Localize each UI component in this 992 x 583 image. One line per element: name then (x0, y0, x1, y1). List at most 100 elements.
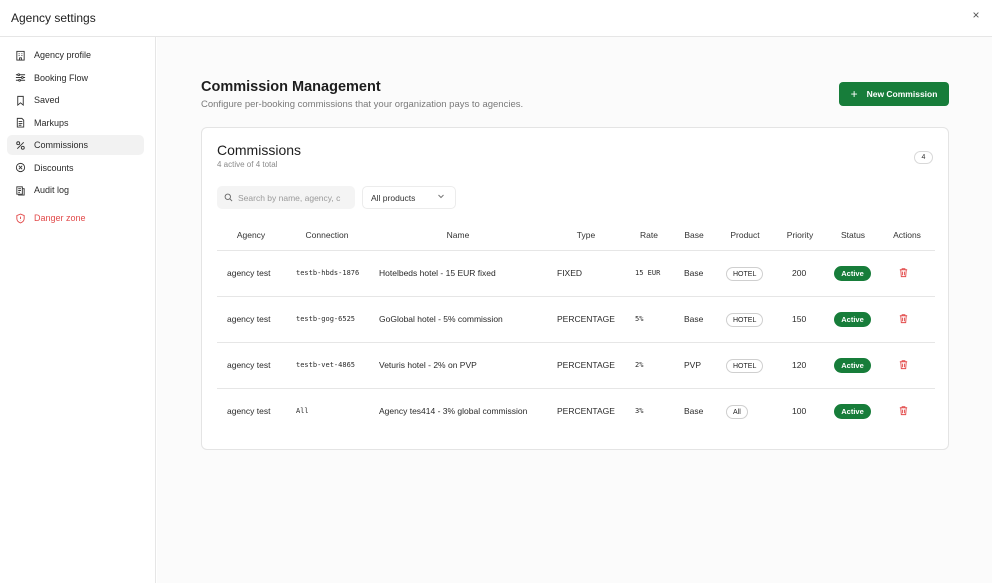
status-badge: Active (834, 266, 871, 281)
column-header-priority: Priority (786, 230, 814, 240)
sidebar-item-agency-profile[interactable]: Agency profile (7, 45, 144, 65)
document-icon (14, 117, 26, 129)
cell-connection: testb-hbds-1876 (296, 269, 360, 277)
sidebar-item-markups[interactable]: Markups (7, 113, 144, 133)
column-header-name: Name (446, 230, 470, 240)
delete-button[interactable] (898, 405, 910, 418)
cell-connection: testb-gog-6525 (296, 315, 356, 323)
sidebar-item-saved[interactable]: Saved (7, 90, 144, 110)
table-row[interactable]: agency test testb-hbds-1876 Hotelbeds ho… (217, 251, 935, 297)
bookmark-icon (14, 94, 26, 106)
sidebar-item-label: Discounts (34, 162, 74, 173)
count-badge: 4 (914, 151, 933, 164)
cell-name: Agency tes414 - 3% global commission (379, 406, 528, 416)
sidebar-item-label: Audit log (34, 185, 70, 195)
page-subtitle: Configure per-booking commissions that y… (201, 99, 524, 110)
column-header-agency: Agency (236, 230, 266, 240)
cell-priority: 120 (792, 360, 807, 370)
window-header: Agency settings × (0, 0, 992, 37)
cell-base: PVP (684, 360, 702, 370)
table-header: Agency Connection Name Type Rate Base Pr… (217, 224, 935, 251)
cell-rate: 5% (635, 315, 644, 323)
column-header-type: Type (576, 230, 596, 240)
cell-rate: 2% (635, 361, 644, 369)
cell-base: Base (684, 268, 704, 278)
cell-agency: agency test (227, 406, 271, 416)
table-row[interactable]: agency test testb-gog-6525 GoGlobal hote… (217, 297, 935, 343)
cell-agency: agency test (227, 268, 271, 278)
building-icon (14, 49, 26, 61)
plus-icon: + (850, 87, 858, 101)
cell-agency: agency test (227, 360, 271, 370)
sidebar-item-label: Agency profile (34, 50, 92, 60)
sidebar-item-booking-flow[interactable]: Booking Flow (7, 68, 144, 88)
sliders-icon (14, 72, 26, 84)
new-commission-button[interactable]: + New Commission (839, 82, 949, 106)
cell-rate: 15 EUR (635, 269, 661, 277)
table-row[interactable]: agency test All Agency tes414 - 3% globa… (217, 389, 935, 435)
column-header-status: Status (840, 230, 866, 240)
chevron-down-icon (438, 194, 444, 199)
sidebar-item-label: Booking Flow (34, 72, 89, 83)
cell-name: Hotelbeds hotel - 15 EUR fixed (379, 268, 496, 278)
new-commission-label: New Commission (866, 89, 938, 99)
cell-type: PERCENTAGE (557, 360, 615, 370)
sidebar-item-label: Danger zone (34, 213, 86, 223)
sidebar-item-danger-zone[interactable]: Danger zone (7, 208, 144, 228)
trash-icon (899, 360, 908, 370)
column-header-product: Product (730, 230, 760, 240)
product-badge: HOTEL (726, 267, 764, 281)
commissions-card: Commissions 4 active of 4 total 4 All pr… (201, 127, 949, 450)
cell-type: PERCENTAGE (557, 406, 615, 416)
status-badge: Active (834, 358, 871, 373)
window-title: Agency settings (11, 11, 96, 25)
cell-priority: 100 (792, 406, 807, 416)
delete-button[interactable] (898, 359, 910, 372)
handshake-icon (14, 139, 26, 151)
cell-connection: All (296, 407, 309, 415)
cell-type: FIXED (557, 268, 583, 278)
cell-agency: agency test (227, 314, 271, 324)
table-row[interactable]: agency test testb-vet-4865 Veturis hotel… (217, 343, 935, 389)
status-badge: Active (834, 312, 871, 327)
delete-button[interactable] (898, 267, 910, 280)
column-header-base: Base (684, 230, 704, 240)
sidebar: Agency profile Booking Flow Saved Markup… (0, 37, 156, 583)
circle-x-icon (14, 162, 26, 174)
search-icon (224, 193, 233, 202)
cell-name: GoGlobal hotel - 5% commission (379, 314, 503, 324)
cell-base: Base (684, 406, 704, 416)
sidebar-item-audit-log[interactable]: Audit log (7, 180, 144, 200)
sidebar-item-label: Commissions (34, 140, 89, 150)
cell-base: Base (684, 314, 704, 324)
sidebar-item-discounts[interactable]: Discounts (7, 158, 144, 178)
card-title: Commissions (217, 142, 302, 158)
product-badge: HOTEL (726, 313, 764, 327)
shield-icon (14, 212, 26, 224)
close-icon[interactable]: × (970, 8, 982, 22)
product-filter-value: All products (371, 192, 416, 203)
cell-type: PERCENTAGE (557, 314, 615, 324)
sidebar-item-label: Markups (34, 117, 69, 128)
delete-button[interactable] (898, 313, 910, 326)
status-badge: Active (834, 404, 871, 419)
cell-rate: 3% (635, 407, 644, 415)
cell-priority: 200 (792, 268, 807, 278)
cell-connection: testb-vet-4865 (296, 361, 356, 369)
page-title: Commission Management (201, 79, 381, 95)
column-header-connection: Connection (305, 230, 349, 240)
column-header-actions: Actions (893, 230, 921, 240)
product-badge: HOTEL (726, 359, 764, 373)
search-input[interactable] (238, 192, 348, 203)
log-icon (14, 184, 26, 196)
card-subtitle: 4 active of 4 total (217, 160, 278, 169)
sidebar-item-commissions[interactable]: Commissions (7, 135, 144, 155)
product-filter-select[interactable]: All products (362, 186, 456, 209)
trash-icon (899, 406, 908, 416)
product-badge: All (726, 405, 748, 419)
main-content: Commission Management Configure per-book… (157, 37, 992, 583)
cell-priority: 150 (792, 314, 807, 324)
search-box[interactable] (217, 186, 355, 209)
trash-icon (899, 314, 908, 324)
sidebar-item-label: Saved (34, 95, 60, 105)
